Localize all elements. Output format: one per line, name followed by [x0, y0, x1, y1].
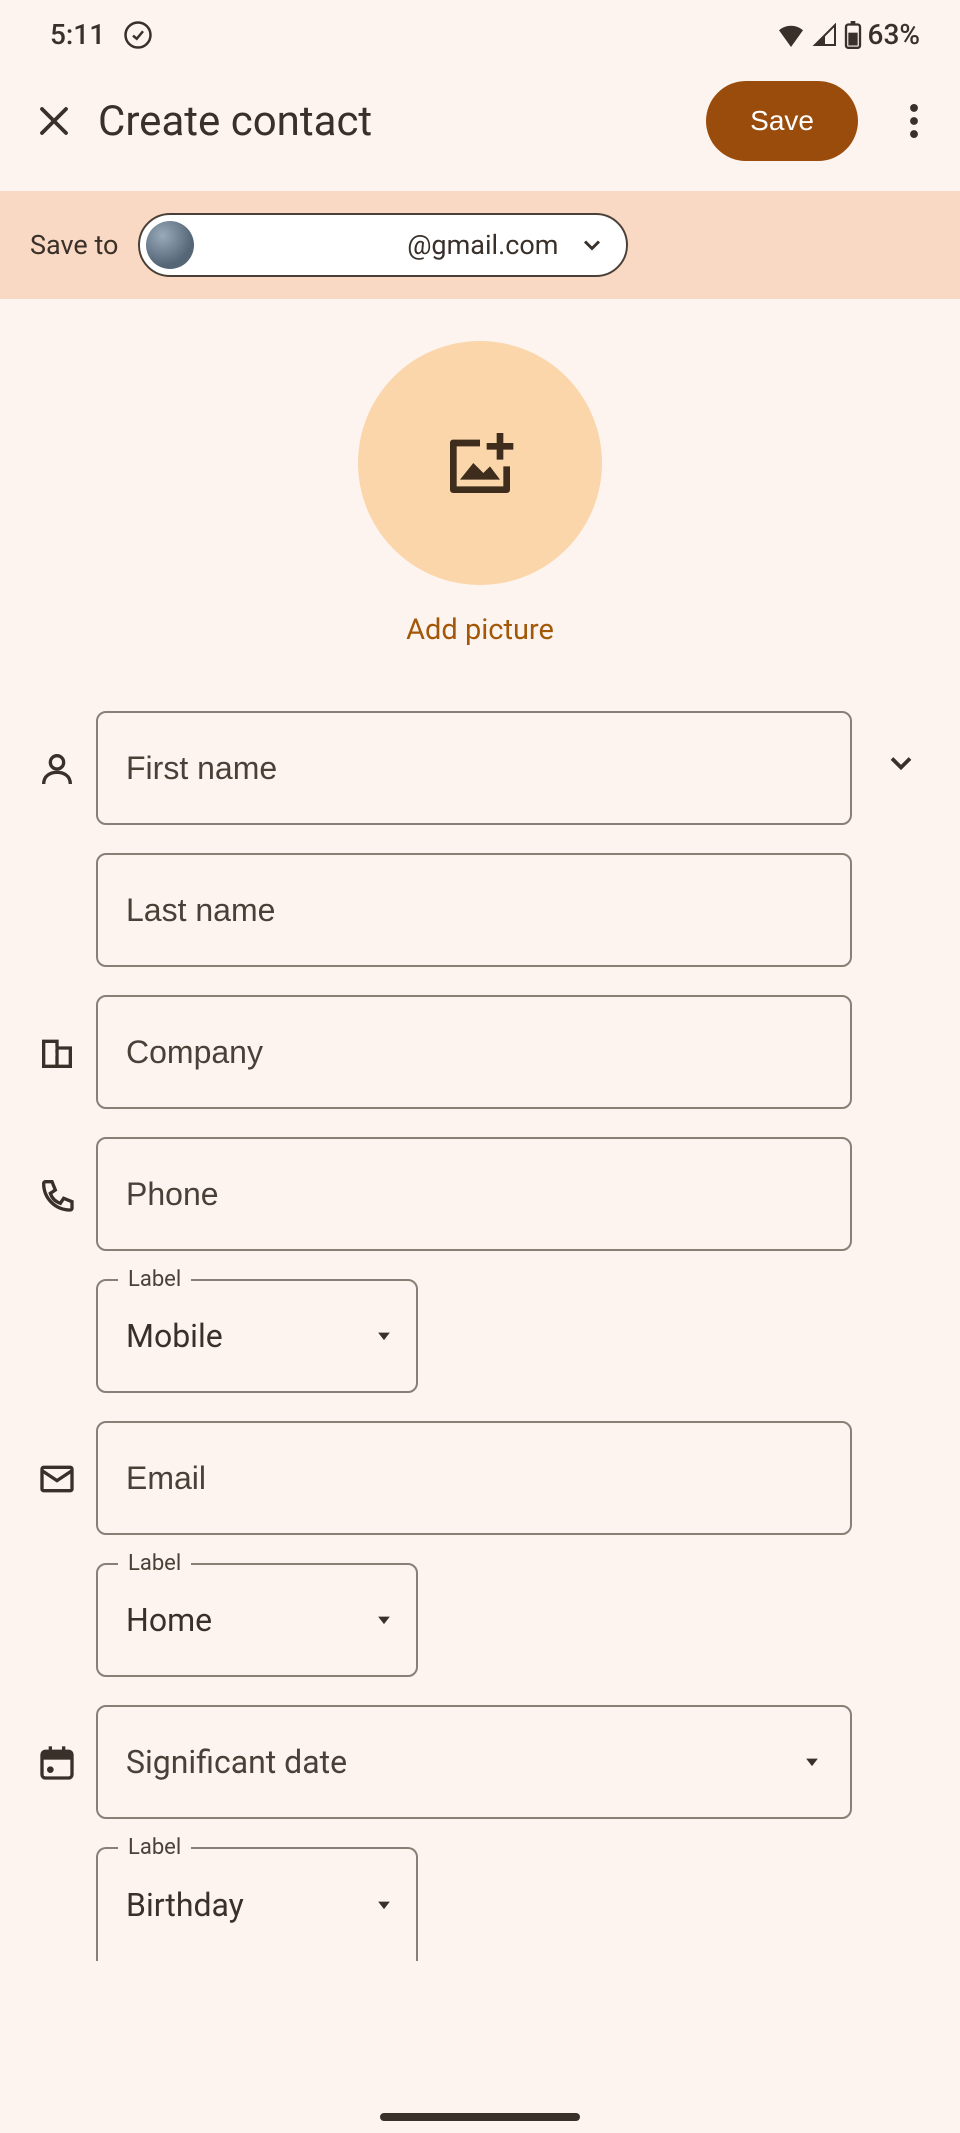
phone-label-value: Mobile	[126, 1317, 223, 1355]
status-bar: 5:11 63%	[0, 0, 960, 61]
email-field[interactable]	[96, 1421, 852, 1535]
check-icon	[123, 20, 153, 50]
photo-section: Add picture	[0, 299, 960, 659]
email-icon	[28, 1421, 86, 1499]
wifi-icon	[776, 23, 806, 47]
contact-form: Label Mobile Label Home	[0, 659, 960, 1989]
signal-icon	[812, 23, 838, 47]
dropdown-icon	[374, 1326, 394, 1346]
add-image-icon	[440, 423, 520, 503]
account-selector[interactable]: @gmail.com	[138, 213, 628, 277]
date-label-caption: Label	[118, 1835, 191, 1860]
first-name-input[interactable]	[126, 750, 822, 787]
person-icon	[28, 711, 86, 789]
email-label-caption: Label	[118, 1551, 191, 1576]
phone-field[interactable]	[96, 1137, 852, 1251]
email-input[interactable]	[126, 1460, 822, 1497]
expand-name-fields-button[interactable]	[870, 711, 932, 781]
last-name-field[interactable]	[96, 853, 852, 967]
email-label-value: Home	[126, 1601, 212, 1639]
company-field[interactable]	[96, 995, 852, 1109]
clock: 5:11	[50, 18, 105, 51]
save-to-bar: Save to @gmail.com	[0, 191, 960, 299]
app-header: Create contact Save	[0, 61, 960, 191]
save-button[interactable]: Save	[706, 81, 858, 161]
phone-icon	[28, 1137, 86, 1215]
phone-label-caption: Label	[118, 1267, 191, 1292]
dropdown-icon	[374, 1895, 394, 1915]
email-label-select[interactable]: Label Home	[96, 1563, 418, 1677]
date-placeholder: Significant date	[126, 1743, 347, 1781]
last-name-input[interactable]	[126, 892, 822, 929]
battery-pct: 63%	[868, 18, 920, 51]
close-button[interactable]	[32, 99, 76, 143]
building-icon	[28, 995, 86, 1073]
dropdown-icon	[802, 1752, 822, 1772]
add-photo-button[interactable]	[358, 341, 602, 585]
calendar-icon	[28, 1705, 86, 1783]
dropdown-icon	[374, 1610, 394, 1630]
chevron-down-icon	[578, 231, 606, 259]
significant-date-field[interactable]: Significant date	[96, 1705, 852, 1819]
account-email: @gmail.com	[208, 229, 558, 261]
phone-input[interactable]	[126, 1176, 822, 1213]
phone-label-select[interactable]: Label Mobile	[96, 1279, 418, 1393]
nav-handle[interactable]	[380, 2113, 580, 2121]
date-label-select[interactable]: Label Birthday	[96, 1847, 418, 1961]
save-to-label: Save to	[30, 229, 118, 261]
more-options-button[interactable]	[886, 93, 942, 149]
avatar	[146, 221, 194, 269]
add-picture-link[interactable]: Add picture	[406, 613, 554, 647]
page-title: Create contact	[98, 97, 684, 146]
date-label-value: Birthday	[126, 1886, 244, 1924]
first-name-field[interactable]	[96, 711, 852, 825]
company-input[interactable]	[126, 1034, 822, 1071]
battery-icon	[844, 21, 862, 49]
